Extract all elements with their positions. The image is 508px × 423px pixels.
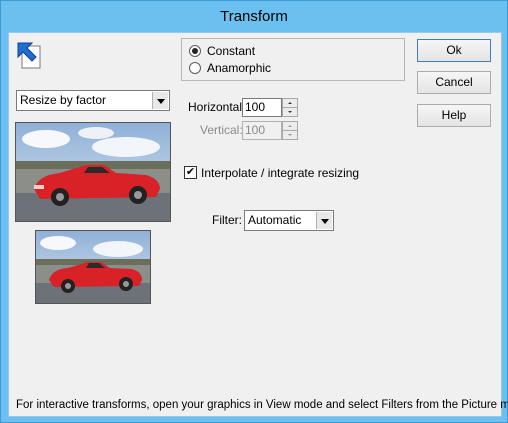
filter-select[interactable]: Automatic [244, 210, 334, 231]
title-bar[interactable]: Transform [1, 1, 507, 32]
vertical-spinner[interactable] [282, 121, 298, 140]
resize-mode-value: Resize by factor [20, 93, 107, 107]
anamorphic-radio[interactable] [189, 62, 201, 74]
dialog-body: Resize by factor Constant Anamorphic Hor… [8, 32, 508, 417]
horizontal-label: Horizontal: [188, 100, 246, 114]
ok-button[interactable]: Ok [417, 39, 491, 62]
result-preview-image [35, 230, 151, 304]
footer-hint-text: For interactive transforms, open your gr… [16, 399, 508, 411]
horizontal-spinner[interactable] [282, 98, 298, 117]
constant-label: Constant [207, 44, 256, 58]
vertical-label: Vertical: [200, 123, 243, 137]
transform-dialog: Transform Resize by factor Constant Anam… [0, 0, 508, 423]
dropdown-arrow-icon [152, 92, 168, 109]
interpolate-label: Interpolate / integrate resizing [201, 166, 360, 180]
dropdown-arrow-icon [316, 212, 332, 229]
cursor-arrow-icon [16, 40, 44, 70]
filter-value: Automatic [248, 213, 302, 227]
constant-radio[interactable] [189, 45, 201, 57]
horizontal-input[interactable]: 100 [242, 98, 282, 117]
help-button[interactable]: Help [417, 104, 491, 127]
vertical-input[interactable]: 100 [242, 121, 282, 140]
original-preview-image [15, 122, 171, 222]
window-title: Transform [220, 8, 288, 25]
interpolate-checkbox[interactable]: ✔ [184, 166, 197, 179]
anamorphic-label: Anamorphic [207, 61, 272, 75]
cancel-button[interactable]: Cancel [417, 71, 491, 94]
resize-mode-select[interactable]: Resize by factor [16, 90, 170, 111]
filter-label: Filter: [212, 213, 242, 227]
checkmark-icon: ✔ [185, 166, 196, 178]
